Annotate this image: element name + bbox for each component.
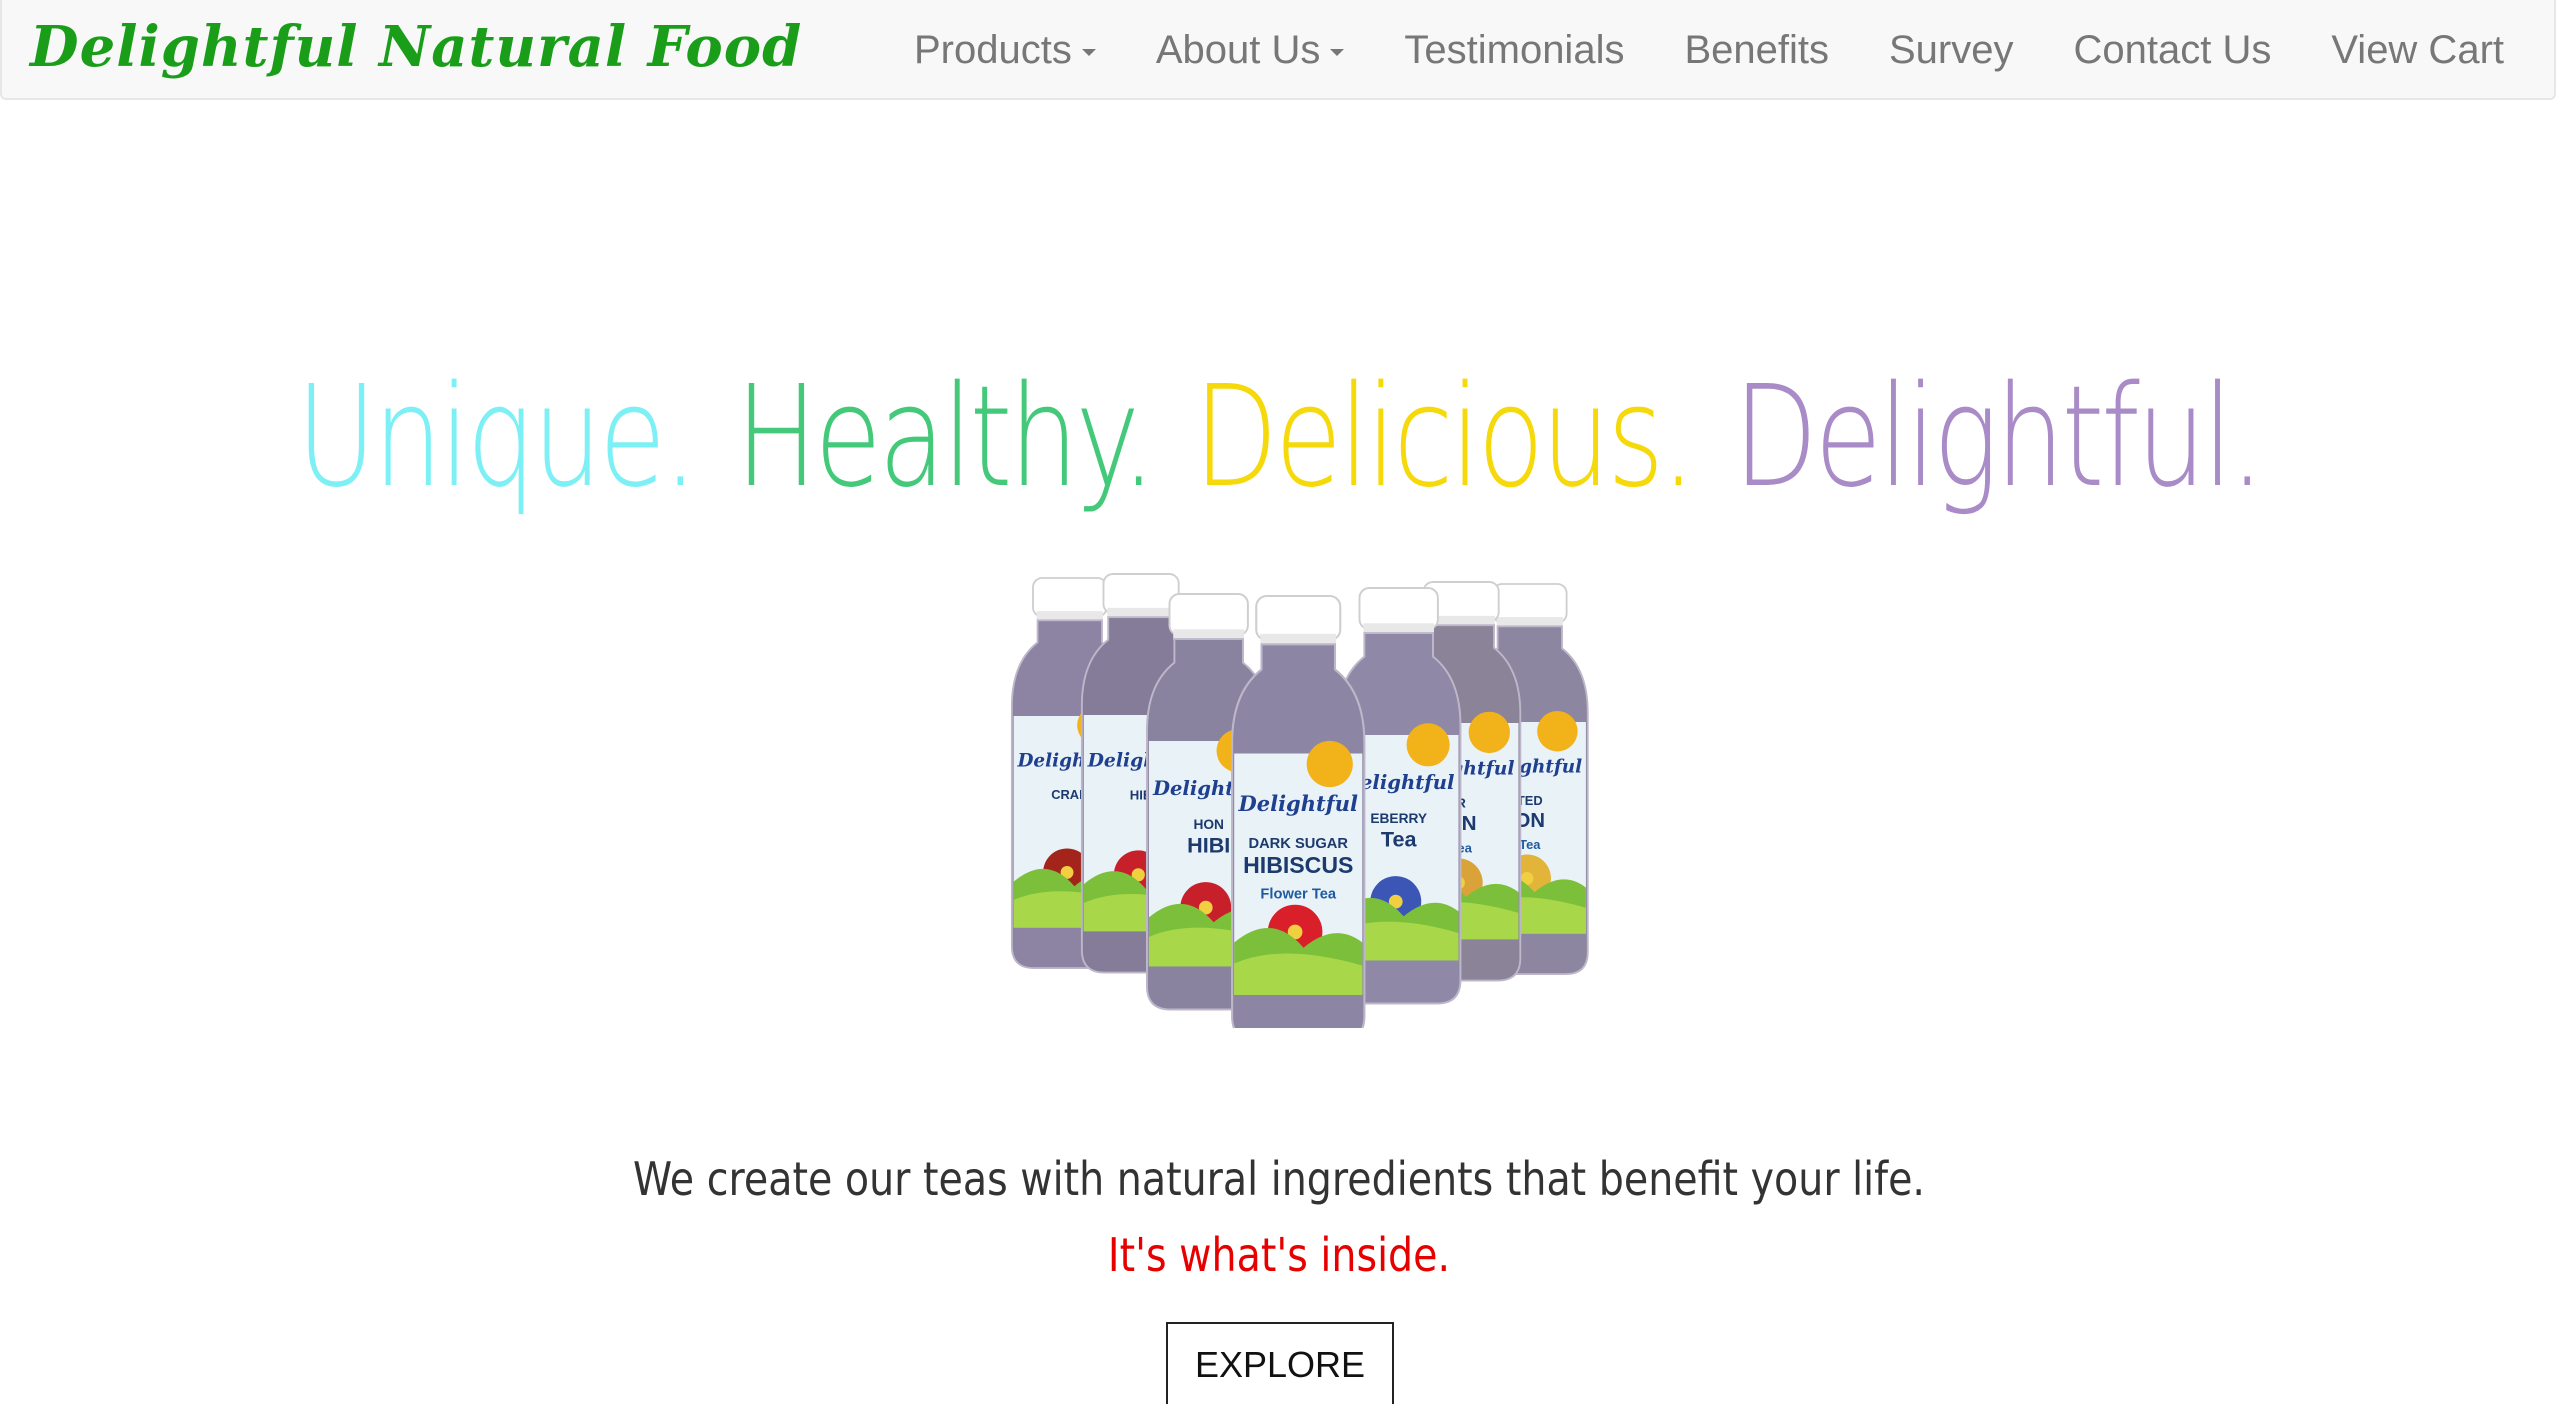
headline-word: Healthy. [735, 355, 1157, 519]
headline-word: Delightful. [1733, 355, 2265, 519]
bottle-flavor-text: HON [1193, 817, 1224, 832]
nav-item-label: Survey [1888, 27, 2014, 72]
bottle-flavor-text: EBERRY [1370, 811, 1427, 826]
main-nav: Products About Us Testimonials Benefits Surv… [884, 0, 2534, 100]
bottle-flavor-text: Tea [1381, 827, 1418, 852]
nav-item-benefits[interactable]: Benefits [1654, 28, 1859, 73]
headline-word: Unique. [296, 355, 698, 519]
nav-item-label: View Cart [2331, 27, 2504, 72]
nav-item-survey[interactable]: Survey [1859, 28, 2044, 73]
tagline: We create our teas with natural ingredie… [633, 1152, 1925, 1206]
bottle-flavor-text: DARK SUGAR [1248, 836, 1348, 852]
nav-item-label: About Us [1155, 27, 1321, 72]
brand-logo-link[interactable]: Delightful Natural Food [30, 14, 802, 80]
nav-item-label: Testimonials [1404, 27, 1625, 72]
nav-item-view-cart[interactable]: View Cart [2301, 28, 2534, 73]
nav-item-contact-us[interactable]: Contact Us [2043, 28, 2301, 73]
bottle-flavor-text: HIBI [1187, 833, 1230, 858]
explore-button[interactable]: EXPLORE [1166, 1322, 1394, 1404]
nav-item-testimonials[interactable]: Testimonials [1374, 28, 1654, 73]
product-bottles-image: DelightfulCRANDelightfulHIBDelightfulTED… [1010, 573, 1589, 1028]
subtagline: It's what's inside. [1107, 1228, 1451, 1282]
nav-item-label: Benefits [1684, 27, 1829, 72]
bottle-flavor-text: Tea [1519, 837, 1541, 852]
nav-item-label: Products [913, 27, 1072, 72]
nav-item-label: Contact Us [2073, 27, 2272, 72]
tea-bottle: Delightful DARK SUGARHIBISCUS Flower Tea [1231, 594, 1366, 1028]
bottle-flavor-text: HIBISCUS [1243, 852, 1353, 878]
nav-item-products[interactable]: Products [884, 28, 1126, 73]
caret-down-icon [1330, 48, 1345, 56]
nav-item-about-us[interactable]: About Us [1126, 28, 1375, 73]
hero-headline: Unique. Healthy. Delicious. Delightful. [281, 356, 2276, 519]
bottle-flavor-text: Flower Tea [1260, 886, 1336, 902]
caret-down-icon [1081, 48, 1096, 56]
headline-word: Delicious. [1193, 355, 1696, 519]
bottle-brand-text: Delightful [1238, 791, 1358, 816]
top-navbar: Delightful Natural Food Products About Us… [0, 0, 2556, 100]
